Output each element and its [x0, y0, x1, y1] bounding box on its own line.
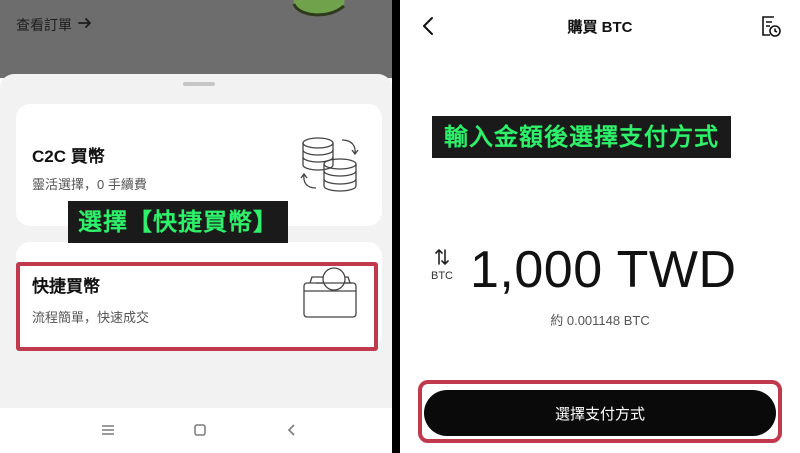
view-orders-label: 查看訂單	[16, 18, 72, 34]
menu-icon[interactable]	[96, 418, 120, 442]
coins-exchange-icon	[300, 137, 359, 192]
right-screen: 購買 BTC 輸入金額後選擇支付方式 BTC 1,000 TWD 約 0.001…	[400, 0, 800, 453]
swap-arrows-icon	[435, 249, 449, 265]
amount-display[interactable]: 1,000 TWD	[470, 240, 737, 300]
annotation-enter-amount: 輸入金額後選擇支付方式	[432, 116, 731, 158]
page-title: 購買 BTC	[567, 19, 633, 36]
approx-btc-value: 約 0.001148 BTC	[550, 313, 650, 328]
currency-swap-toggle[interactable]: BTC	[428, 248, 456, 282]
option-c2c-subtitle: 靈活選擇，0 手續費	[32, 177, 147, 192]
home-square-icon[interactable]	[188, 418, 212, 442]
highlight-payment-button-box	[418, 380, 782, 443]
option-c2c-title: C2C 買幣	[32, 147, 105, 166]
order-history-icon[interactable]	[758, 12, 784, 40]
back-chevron-icon[interactable]	[280, 418, 304, 442]
screen-divider	[392, 0, 400, 453]
view-orders-link[interactable]: 查看訂單	[16, 15, 92, 35]
annotation-select-quick-buy: 選擇【快捷買幣】	[68, 201, 288, 243]
left-screen: 查看訂單 C2C 買幣 靈活選擇，0 手續費 快捷買幣 流程簡單，快速成交 選擇…	[0, 0, 392, 453]
sheet-drag-handle[interactable]	[183, 82, 215, 86]
arrow-right-icon	[78, 16, 92, 34]
swap-currency-label: BTC	[431, 270, 453, 282]
dimmed-background[interactable]: 查看訂單	[0, 0, 392, 78]
promo-illustration-icon	[292, 0, 345, 17]
system-nav-bar	[0, 408, 392, 453]
highlight-quick-buy-box	[16, 262, 378, 351]
